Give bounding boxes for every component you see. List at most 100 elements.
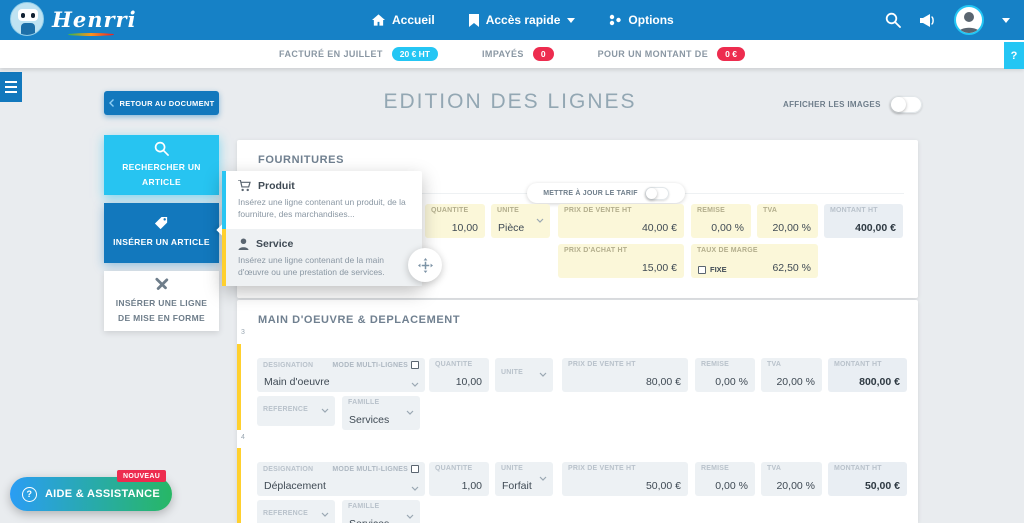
field-value: 20,00 %: [776, 376, 815, 388]
sidebar-item-rechercher-article[interactable]: RECHERCHER UN ARTICLE: [104, 135, 219, 195]
popup-item-title: Produit: [258, 180, 295, 192]
remise-field[interactable]: REMISE 0,00 %: [695, 462, 755, 496]
back-to-document-button[interactable]: RETOUR AU DOCUMENT: [104, 91, 219, 115]
chevron-left-icon: [108, 99, 114, 107]
main-nav: Accueil Accès rapide Options: [372, 0, 674, 40]
field-label: FAMILLE: [348, 503, 380, 510]
quantite-field[interactable]: QUANTITE 1,00: [429, 462, 489, 496]
sidebar-item-ligne-mise-en-forme[interactable]: INSÉRER UNE LIGNE DE MISE EN FORME: [104, 271, 219, 331]
unite-select[interactable]: UNITE Forfait: [495, 462, 553, 496]
options-icon: [610, 14, 622, 26]
prix-achat-field[interactable]: PRIX D'ACHAT HT 15,00 €: [558, 244, 684, 278]
field-value: Main d'oeuvre: [264, 376, 330, 388]
tva-field[interactable]: TVA 20,00 %: [761, 358, 822, 392]
nav-item-accueil[interactable]: Accueil: [372, 13, 435, 27]
taux-marge-field[interactable]: TAUX DE MARGE FIXE 62,50 %: [691, 244, 818, 278]
row-number: 3: [241, 329, 245, 336]
billing-status-bar: FACTURÉ EN JUILLET 20 € HT IMPAYÉS 0 POU…: [0, 40, 1024, 68]
designation-field[interactable]: DESIGNATION MODE MULTI-LIGNES Main d'oeu…: [257, 358, 425, 392]
tva-field[interactable]: TVA 20,00 %: [761, 462, 822, 496]
menu-toggle-button[interactable]: [0, 72, 22, 102]
fixe-checkbox[interactable]: [698, 265, 706, 274]
multi-lignes-label: MODE MULTI-LIGNES: [332, 361, 408, 369]
field-label: QUANTITE: [435, 361, 473, 368]
prix-vente-field[interactable]: PRIX DE VENTE HT 50,00 €: [562, 462, 688, 496]
aide-assistance-label: AIDE & ASSISTANCE: [44, 488, 161, 500]
status-badge[interactable]: 0: [532, 47, 554, 61]
fixe-label: FIXE: [710, 265, 727, 274]
drag-handle-button[interactable]: [408, 248, 442, 282]
popup-item-service[interactable]: Service Insérez une ligne contenant de l…: [222, 228, 422, 287]
chevron-down-icon: [321, 408, 329, 413]
nav-item-options[interactable]: Options: [609, 13, 674, 27]
field-label: REFERENCE: [263, 510, 308, 517]
show-images-control: AFFICHER LES IMAGES: [783, 96, 922, 113]
field-value: 0,00 %: [715, 480, 748, 492]
account-menu-caret[interactable]: [1002, 17, 1010, 23]
aide-assistance-button[interactable]: ? AIDE & ASSISTANCE: [10, 477, 172, 511]
nouveau-badge: NOUVEAU: [117, 470, 167, 482]
reference-select[interactable]: REFERENCE: [257, 396, 335, 426]
montant-ht-field: MONTANT HT 400,00 €: [824, 204, 903, 238]
sidebar-item-inserer-article[interactable]: INSÉRER UN ARTICLE: [104, 203, 219, 263]
popup-item-produit[interactable]: Produit Insérez une ligne contenant un p…: [222, 171, 422, 229]
montant-ht-field: MONTANT HT 50,00 €: [828, 462, 907, 496]
brand-name: Henrri: [52, 6, 137, 32]
remise-field[interactable]: REMISE 0,00 %: [691, 204, 751, 238]
line-row-main-oeuvre: DESIGNATION MODE MULTI-LIGNES Main d'oeu…: [237, 344, 918, 430]
top-navigation-bar: Henrri Accueil Accès rapide Options: [0, 0, 1024, 40]
field-value: Pièce: [498, 222, 525, 234]
multi-lignes-checkbox[interactable]: [411, 465, 419, 473]
search-icon[interactable]: [885, 12, 901, 28]
tva-field[interactable]: TVA 20,00 %: [757, 204, 818, 238]
designation-field[interactable]: DESIGNATION MODE MULTI-LIGNES Déplacemen…: [257, 462, 425, 496]
status-badge[interactable]: 0 €: [717, 47, 745, 61]
unite-select[interactable]: UNITE Pièce: [491, 204, 550, 238]
famille-select[interactable]: FAMILLE Services: [342, 500, 420, 523]
user-avatar[interactable]: [954, 5, 984, 35]
field-label: FAMILLE: [348, 399, 380, 406]
update-tarif-toggle[interactable]: [644, 186, 669, 200]
status-badge[interactable]: 20 € HT: [391, 47, 439, 61]
field-value: 62,50 %: [772, 262, 811, 274]
field-label: TVA: [763, 207, 778, 214]
field-value: 400,00 €: [855, 222, 896, 234]
multi-lignes-checkbox[interactable]: [411, 361, 419, 369]
field-label: REMISE: [701, 361, 730, 368]
remise-field[interactable]: REMISE 0,00 %: [695, 358, 755, 392]
unite-select[interactable]: UNITE: [495, 358, 553, 392]
question-icon: ?: [21, 486, 37, 502]
show-images-toggle[interactable]: [889, 96, 922, 113]
field-value: 15,00 €: [641, 262, 677, 274]
search-icon: [154, 141, 169, 156]
famille-select[interactable]: FAMILLE Services: [342, 396, 420, 430]
insert-article-popup: Produit Insérez une ligne contenant un p…: [216, 171, 422, 287]
reference-select[interactable]: REFERENCE: [257, 500, 335, 523]
page-title: EDITION DES LIGNES: [383, 90, 637, 113]
prix-vente-field[interactable]: PRIX DE VENTE HT 80,00 €: [562, 358, 688, 392]
field-value: 10,00: [455, 376, 482, 388]
cart-icon: [238, 180, 251, 192]
nav-item-acces-rapide[interactable]: Accès rapide: [468, 13, 576, 27]
field-value: Services: [349, 414, 390, 426]
field-value: 1,00: [461, 480, 482, 492]
quantite-field[interactable]: QUANTITE 10,00: [429, 358, 489, 392]
field-label: DESIGNATION: [263, 465, 314, 473]
line-row-deplacement: DESIGNATION MODE MULTI-LIGNES Déplacemen…: [237, 448, 918, 523]
help-button[interactable]: ?: [1004, 42, 1024, 69]
field-label: MONTANT HT: [834, 465, 882, 472]
field-value: 50,00 €: [645, 480, 681, 492]
prix-vente-field[interactable]: PRIX DE VENTE HT 40,00 €: [558, 204, 684, 238]
update-tarif-control[interactable]: METTRE À JOUR LE TARIF: [527, 183, 685, 203]
chevron-down-icon: [567, 17, 576, 23]
quantite-field[interactable]: QUANTITE 10,00: [425, 204, 485, 238]
field-value: 20,00 %: [776, 480, 815, 492]
app-window: Henrri Accueil Accès rapide Options FACT…: [0, 0, 1024, 523]
chevron-down-icon: [406, 410, 414, 415]
field-label: MONTANT HT: [834, 361, 882, 368]
stat-montant: POUR UN MONTANT DE 0 €: [598, 47, 745, 61]
henrri-logo[interactable]: Henrri: [10, 2, 137, 36]
chevron-down-icon: [406, 514, 414, 519]
fixe-checkbox-group[interactable]: FIXE: [698, 265, 727, 274]
megaphone-icon[interactable]: [919, 13, 936, 28]
